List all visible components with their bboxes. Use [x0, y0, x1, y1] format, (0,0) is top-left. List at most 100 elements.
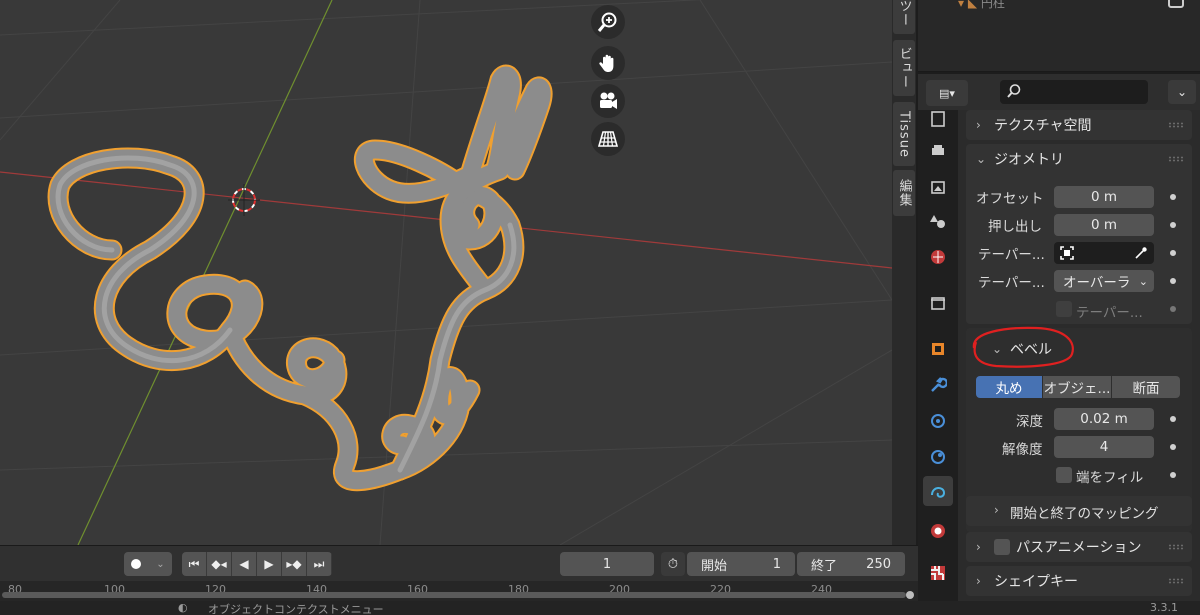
- options-dropdown[interactable]: ⌄: [1168, 80, 1196, 104]
- depth-field[interactable]: 0.02 m: [1054, 408, 1154, 430]
- editor-type-button[interactable]: ▤▾: [926, 80, 968, 106]
- tool-settings-icon[interactable]: [923, 104, 953, 134]
- chevron-down-icon: ⌄: [1138, 274, 1148, 288]
- texture-properties-icon[interactable]: [923, 558, 953, 588]
- pan-hand-icon[interactable]: [591, 46, 625, 80]
- properties-search[interactable]: [1000, 80, 1148, 104]
- outliner[interactable]: ▾ ◣ 円柱: [918, 0, 1200, 72]
- tab-tool[interactable]: ツー: [893, 0, 915, 34]
- shape-keys-panel[interactable]: › シェイプキー: [966, 566, 1192, 596]
- path-animation-checkbox[interactable]: [994, 539, 1010, 555]
- keyframe-dot-icon[interactable]: [1170, 444, 1176, 450]
- drag-grip-icon[interactable]: [1168, 578, 1184, 584]
- play-icon[interactable]: ▶: [257, 552, 282, 576]
- output-properties-icon[interactable]: [923, 172, 953, 202]
- offset-label: オフセット: [976, 191, 1044, 207]
- bevel-mode-profile[interactable]: 断面: [1112, 376, 1180, 398]
- chevron-down-icon: ⌄: [156, 558, 165, 570]
- physics-icon[interactable]: [923, 442, 953, 472]
- tab-tool-label: ツー: [896, 0, 912, 27]
- keyframe-dot-icon[interactable]: [1170, 222, 1176, 228]
- modifier-wrench-icon[interactable]: [923, 370, 953, 400]
- texture-space-panel[interactable]: › テクスチャ空間: [966, 110, 1192, 140]
- extrude-label: 押し出し: [988, 219, 1042, 235]
- geometry-panel[interactable]: ⌄ ジオメトリ オフセット 0 m 押し出し 0 m テーパー... テーパー.…: [966, 144, 1192, 324]
- end-frame-field[interactable]: 終了 250: [797, 552, 905, 576]
- play-reverse-icon[interactable]: ◀: [232, 552, 257, 576]
- taper-object-label: テーパー...: [978, 247, 1045, 263]
- curve-data-icon: ▾ ◣: [958, 0, 978, 10]
- jump-end-icon[interactable]: ⏭: [307, 552, 332, 576]
- zoom-icon[interactable]: [591, 5, 625, 39]
- tab-edit[interactable]: 編集: [893, 170, 915, 216]
- shape-keys-header[interactable]: › シェイプキー: [966, 566, 1192, 596]
- camera-icon[interactable]: [591, 84, 625, 118]
- fill-caps-checkbox[interactable]: [1056, 467, 1072, 483]
- properties-content[interactable]: › テクスチャ空間 ⌄ ジオメトリ オフセット 0 m 押し出し 0 m テーパ…: [958, 110, 1200, 615]
- camera-visibility-icon[interactable]: [1168, 0, 1184, 8]
- path-animation-header[interactable]: › パスアニメーション: [966, 532, 1192, 562]
- mapping-subpanel[interactable]: › 開始と終了のマッピング: [966, 496, 1192, 526]
- viewport-scene[interactable]: [0, 0, 892, 545]
- offset-field[interactable]: 0 m: [1054, 186, 1154, 208]
- sidebar-tabs: ツー ビュー Tissue 編集: [892, 0, 916, 545]
- bevel-mode-round[interactable]: 丸め: [976, 376, 1042, 398]
- start-frame-field[interactable]: 開始 1: [687, 552, 795, 576]
- outliner-item[interactable]: ▾ ◣ 円柱: [958, 0, 1005, 11]
- keyframe-dot-icon[interactable]: [1170, 250, 1176, 256]
- keyframe-dot-icon[interactable]: [1170, 416, 1176, 422]
- keyframe-dot-icon[interactable]: [1170, 472, 1176, 478]
- scrollbar-end-handle[interactable]: [906, 591, 914, 599]
- bevel-mode-object[interactable]: オブジェ...: [1043, 376, 1111, 398]
- jump-start-icon[interactable]: ⏮: [182, 552, 207, 576]
- 3d-cursor-icon[interactable]: [228, 184, 260, 216]
- current-frame-field[interactable]: 1: [560, 552, 654, 576]
- properties-editor-icon: ▤▾: [939, 86, 955, 100]
- perspective-grid-icon[interactable]: [591, 122, 625, 156]
- extrude-field[interactable]: 0 m: [1054, 214, 1154, 236]
- render-properties-icon[interactable]: [923, 136, 953, 166]
- geometry-header[interactable]: ⌄ ジオメトリ: [966, 144, 1192, 174]
- curve-object[interactable]: [47, 64, 553, 492]
- curve-data-properties-icon[interactable]: [923, 476, 953, 506]
- stopwatch-icon[interactable]: ⏱: [661, 552, 685, 576]
- tab-view-label: ビュー: [896, 47, 912, 89]
- chevron-right-icon: ›: [976, 540, 981, 554]
- taper-object-field[interactable]: [1054, 242, 1154, 264]
- path-animation-panel[interactable]: › パスアニメーション: [966, 532, 1192, 562]
- tab-view[interactable]: ビュー: [893, 40, 915, 96]
- next-keyframe-icon[interactable]: ▸◆: [282, 552, 307, 576]
- view-layer-icon[interactable]: [923, 206, 953, 236]
- drag-grip-icon[interactable]: [1168, 122, 1184, 128]
- auto-keying-toggle[interactable]: ⌄: [124, 552, 172, 576]
- drag-grip-icon[interactable]: [1168, 544, 1184, 550]
- start-value: 1: [772, 556, 781, 572]
- texture-space-header[interactable]: › テクスチャ空間: [966, 110, 1192, 140]
- chevron-right-icon: ›: [976, 118, 981, 132]
- bevel-panel[interactable]: ⌄ ベベル 丸め オブジェ... 断面 深度 0.02 m 解像度 4 端をフィ…: [966, 326, 1192, 532]
- scrollbar-thumb[interactable]: [2, 592, 906, 598]
- search-input[interactable]: [1024, 83, 1142, 101]
- prev-keyframe-icon[interactable]: ◆◂: [207, 552, 232, 576]
- timeline-scrollbar[interactable]: [0, 591, 918, 599]
- keyframe-dot-icon[interactable]: [1170, 306, 1176, 312]
- material-properties-icon[interactable]: [923, 516, 953, 546]
- end-label: 終了: [811, 558, 838, 574]
- drag-grip-icon[interactable]: [1168, 156, 1184, 162]
- resolution-field[interactable]: 4: [1054, 436, 1154, 458]
- particles-icon[interactable]: [923, 406, 953, 436]
- bevel-mode-selector[interactable]: 丸め オブジェ... 断面: [976, 376, 1180, 398]
- object-properties-icon[interactable]: [923, 334, 953, 364]
- 3d-viewport[interactable]: [0, 0, 892, 545]
- taper-mode-dropdown[interactable]: オーバーラ ⌄: [1054, 270, 1154, 292]
- keyframe-dot-icon[interactable]: [1170, 194, 1176, 200]
- tab-edit-label: 編集: [896, 179, 912, 207]
- taper-checkbox[interactable]: [1056, 301, 1072, 317]
- keyframe-dot-icon[interactable]: [1170, 278, 1176, 284]
- start-label: 開始: [701, 558, 728, 574]
- chevron-right-icon: ›: [994, 503, 999, 517]
- scene-properties-icon[interactable]: [923, 242, 953, 272]
- eyedropper-icon[interactable]: [1134, 246, 1148, 260]
- tab-tissue[interactable]: Tissue: [893, 102, 915, 166]
- world-properties-icon[interactable]: [923, 288, 953, 318]
